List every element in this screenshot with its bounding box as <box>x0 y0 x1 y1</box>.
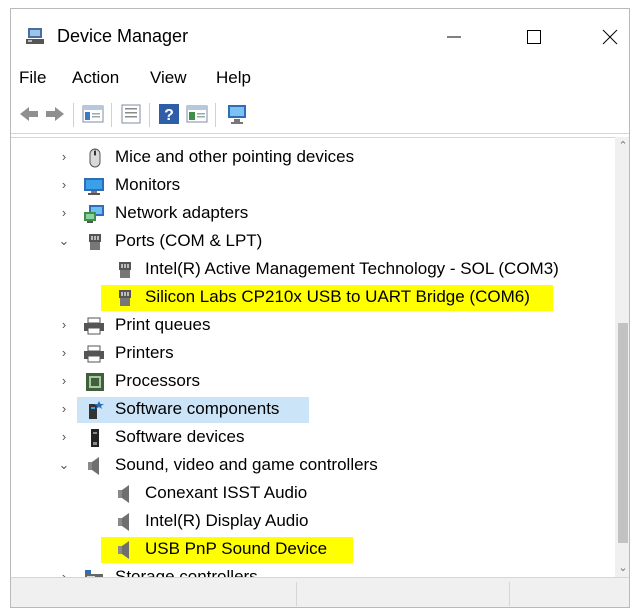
port-icon <box>115 260 135 280</box>
tree-item-software-devices[interactable]: › Software devices <box>11 424 615 452</box>
maximize-button[interactable] <box>514 19 554 55</box>
software-component-icon <box>85 400 105 420</box>
forward-button[interactable] <box>43 102 67 126</box>
speaker-icon <box>115 540 135 560</box>
close-button[interactable] <box>590 19 629 55</box>
tree-item-label: Monitors <box>115 175 181 194</box>
svg-text:?: ? <box>164 107 174 124</box>
chevron-right-icon[interactable]: › <box>57 205 71 221</box>
tree-item-usb-pnp-sound-device[interactable]: USB PnP Sound Device <box>11 536 615 564</box>
tree-item-print-queues[interactable]: › Print queues <box>11 312 615 340</box>
speaker-icon <box>85 456 105 476</box>
properties-icon <box>121 104 141 124</box>
mouse-icon <box>85 148 105 168</box>
update-driver-icon <box>186 105 208 123</box>
help-button[interactable]: ? <box>157 102 181 126</box>
chevron-right-icon[interactable]: › <box>57 317 71 333</box>
device-manager-window: Device Manager File Action View Help ? ›… <box>10 8 630 608</box>
back-icon <box>20 107 38 121</box>
show-hide-console-tree-button[interactable] <box>81 102 105 126</box>
menu-action[interactable]: Action <box>72 68 119 88</box>
tree-item-label: Printers <box>115 343 174 362</box>
tree-item-ports[interactable]: ⌄ Ports (COM & LPT) <box>11 228 615 256</box>
tree-item-software-components[interactable]: › Software components <box>11 396 615 424</box>
tree-item-storage-controllers[interactable]: › Storage controllers <box>11 564 615 578</box>
tree-item-label: Software devices <box>115 427 245 446</box>
tree-item-label: Conexant ISST Audio <box>145 483 308 502</box>
toolbar-separator <box>73 103 74 127</box>
minimize-icon <box>447 36 461 38</box>
toolbar-separator <box>111 103 112 127</box>
speaker-icon <box>115 484 135 504</box>
tree-item-intel-display-audio[interactable]: Intel(R) Display Audio <box>11 508 615 536</box>
status-pane <box>297 582 510 606</box>
network-adapter-icon <box>83 204 104 224</box>
chevron-right-icon[interactable]: › <box>57 373 71 389</box>
menu-file[interactable]: File <box>19 68 46 88</box>
minimize-button[interactable] <box>434 19 474 55</box>
chevron-right-icon[interactable]: › <box>57 401 71 417</box>
tree-item-mice[interactable]: › Mice and other pointing devices <box>11 144 615 172</box>
menu-help[interactable]: Help <box>216 68 251 88</box>
device-tree: › Mice and other pointing devices › Moni… <box>11 137 615 578</box>
tree-item-intel-amt-sol[interactable]: Intel(R) Active Management Technology - … <box>11 256 615 284</box>
chevron-down-icon[interactable]: ⌄ <box>57 233 71 249</box>
port-icon <box>115 288 135 308</box>
tree-item-label: Mice and other pointing devices <box>115 147 355 166</box>
tree-item-silicon-labs-cp210x[interactable]: Silicon Labs CP210x USB to UART Bridge (… <box>11 284 615 312</box>
processor-icon <box>85 372 105 392</box>
chevron-right-icon[interactable]: › <box>57 177 71 193</box>
update-driver-button[interactable] <box>185 102 209 126</box>
scroll-up-icon[interactable]: ⌃ <box>615 137 629 155</box>
back-button[interactable] <box>17 102 41 126</box>
vertical-scrollbar[interactable]: ⌃ ⌄ <box>615 137 629 577</box>
software-device-icon <box>85 428 105 448</box>
tree-item-label: Network adapters <box>115 203 249 222</box>
port-icon <box>85 232 105 252</box>
chevron-down-icon[interactable]: ⌄ <box>57 457 71 473</box>
chevron-right-icon[interactable]: › <box>57 429 71 445</box>
scroll-down-icon[interactable]: ⌄ <box>615 559 629 577</box>
tree-item-label: USB PnP Sound Device <box>145 539 328 558</box>
tree-item-label: Sound, video and game controllers <box>115 455 378 474</box>
tree-item-sound-video-game[interactable]: ⌄ Sound, video and game controllers <box>11 452 615 480</box>
properties-button[interactable] <box>119 102 143 126</box>
maximize-icon <box>527 30 541 44</box>
chevron-right-icon[interactable]: › <box>57 149 71 165</box>
speaker-icon <box>115 512 135 532</box>
title-bar[interactable]: Device Manager <box>11 9 629 63</box>
tree-item-network-adapters[interactable]: › Network adapters <box>11 200 615 228</box>
monitor-icon <box>228 105 246 124</box>
menu-bar: File Action View Help <box>11 63 629 93</box>
toolbar: ? <box>11 95 629 134</box>
tree-item-monitors[interactable]: › Monitors <box>11 172 615 200</box>
status-pane <box>11 582 297 606</box>
printer-icon <box>83 344 104 364</box>
tree-item-label: Software components <box>115 399 280 418</box>
tree-item-conexant-isst-audio[interactable]: Conexant ISST Audio <box>11 480 615 508</box>
tree-item-label: Print queues <box>115 315 211 334</box>
menu-view[interactable]: View <box>150 68 187 88</box>
forward-icon <box>46 107 64 121</box>
printer-icon <box>83 316 104 336</box>
tree-item-label: Processors <box>115 371 201 390</box>
scrollbar-thumb[interactable] <box>618 323 628 543</box>
window-title: Device Manager <box>57 26 189 46</box>
tree-item-label: Silicon Labs CP210x USB to UART Bridge (… <box>145 287 530 306</box>
chevron-right-icon[interactable]: › <box>57 345 71 361</box>
monitor-icon <box>83 176 104 196</box>
close-icon <box>602 29 618 45</box>
tree-item-printers[interactable]: › Printers <box>11 340 615 368</box>
status-bar <box>11 577 629 607</box>
tree-item-label: Intel(R) Active Management Technology - … <box>145 259 559 278</box>
toolbar-separator <box>215 103 216 127</box>
tree-item-processors[interactable]: › Processors <box>11 368 615 396</box>
show-hide-console-tree-icon <box>82 105 104 123</box>
device-manager-icon <box>25 26 45 46</box>
tree-item-label: Intel(R) Display Audio <box>145 511 309 530</box>
toolbar-separator <box>149 103 150 127</box>
help-icon: ? <box>159 104 179 124</box>
tree-item-label: Ports (COM & LPT) <box>115 231 263 250</box>
scan-hardware-button[interactable] <box>225 102 249 126</box>
